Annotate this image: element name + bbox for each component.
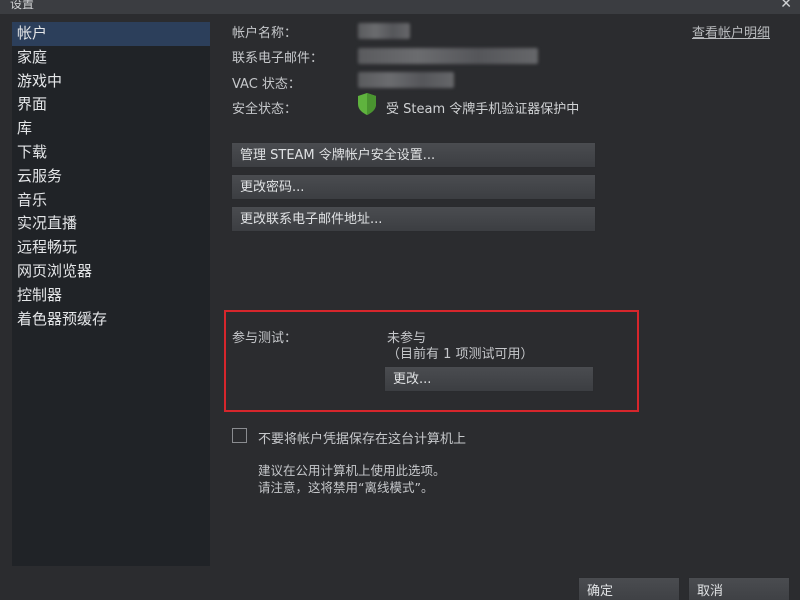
- credentials-note-line2: 请注意，这将禁用“离线模式”。: [258, 480, 434, 495]
- title-bar: 设置 ✕: [0, 0, 800, 14]
- vac-status-value-redacted: [358, 72, 454, 88]
- sidebar-item-shader-cache[interactable]: 着色器预缓存: [12, 308, 210, 332]
- contact-email-value-redacted: [358, 48, 538, 64]
- sidebar-item-remote-play[interactable]: 远程畅玩: [12, 236, 210, 260]
- change-email-button[interactable]: 更改联系电子邮件地址...: [231, 206, 596, 232]
- beta-available-note: （目前有 1 项测试可用）: [387, 347, 534, 362]
- vac-status-label: VAC 状态：: [232, 77, 301, 92]
- account-settings-panel: 帐户名称： 联系电子邮件： VAC 状态： 安全状态： 受 Steam 令牌手机…: [210, 14, 800, 574]
- sidebar-item-cloud[interactable]: 云服务: [12, 165, 210, 189]
- ok-button[interactable]: 确定: [578, 577, 680, 600]
- sidebar-item-music[interactable]: 音乐: [12, 189, 210, 213]
- manage-steam-guard-button[interactable]: 管理 STEAM 令牌帐户安全设置...: [231, 142, 596, 168]
- sidebar-item-web-browser[interactable]: 网页浏览器: [12, 260, 210, 284]
- sidebar-item-account[interactable]: 帐户: [12, 22, 210, 46]
- sidebar-item-interface[interactable]: 界面: [12, 93, 210, 117]
- beta-participation-label: 参与测试：: [232, 331, 298, 346]
- change-password-button[interactable]: 更改密码...: [231, 174, 596, 200]
- sidebar-item-downloads[interactable]: 下载: [12, 141, 210, 165]
- content-scrollbar[interactable]: [790, 14, 800, 574]
- sidebar-item-in-game[interactable]: 游戏中: [12, 70, 210, 94]
- account-name-value-redacted: [358, 23, 410, 39]
- settings-sidebar: 帐户 家庭 游戏中 界面 库 下载 云服务 音乐 实况直播 远程畅玩 网页浏览器…: [12, 22, 210, 566]
- contact-email-label: 联系电子邮件：: [232, 51, 324, 66]
- shield-icon: [358, 93, 376, 115]
- close-icon[interactable]: ✕: [780, 0, 792, 12]
- view-account-details-link[interactable]: 查看帐户明细: [692, 22, 770, 41]
- sidebar-item-broadcasting[interactable]: 实况直播: [12, 212, 210, 236]
- security-status-value: 受 Steam 令牌手机验证器保护中: [386, 102, 580, 117]
- sidebar-item-controller[interactable]: 控制器: [12, 284, 210, 308]
- cancel-button[interactable]: 取消: [688, 577, 790, 600]
- do-not-save-credentials-label[interactable]: 不要将帐户凭据保存在这台计算机上: [258, 428, 466, 447]
- sidebar-item-library[interactable]: 库: [12, 117, 210, 141]
- do-not-save-credentials-checkbox[interactable]: [232, 428, 247, 443]
- security-status-label: 安全状态：: [232, 102, 298, 117]
- account-name-label: 帐户名称：: [232, 26, 298, 41]
- change-beta-button[interactable]: 更改...: [384, 366, 594, 392]
- sidebar-item-family[interactable]: 家庭: [12, 46, 210, 70]
- window-title: 设置: [10, 0, 35, 11]
